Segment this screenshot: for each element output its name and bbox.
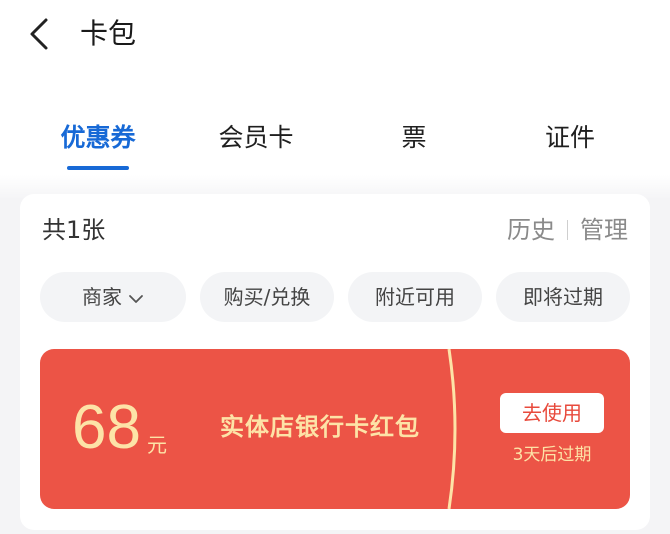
coupon-unit: 元 xyxy=(147,433,167,457)
active-tab-indicator xyxy=(67,166,129,170)
wallet-page: 卡包 优惠券 会员卡 票 证件 共1张 历史 管理 商家 购买/兑换 附近可用 … xyxy=(0,0,670,534)
coupon-name: 实体店银行卡红包 xyxy=(220,413,420,441)
filter-merchant[interactable]: 商家 xyxy=(40,272,186,322)
coupon-count: 共1张 xyxy=(42,216,106,244)
filter-nearby[interactable]: 附近可用 xyxy=(348,272,482,322)
filter-chips: 商家 购买/兑换 附近可用 即将过期 xyxy=(40,272,630,322)
coupon-divider xyxy=(447,349,457,509)
use-coupon-button[interactable]: 去使用 xyxy=(500,393,604,433)
filter-purchase-exchange[interactable]: 购买/兑换 xyxy=(200,272,334,322)
tab-membership-cards[interactable]: 会员卡 xyxy=(206,116,306,160)
back-button[interactable] xyxy=(22,14,58,54)
filter-expiring-soon[interactable]: 即将过期 xyxy=(496,272,630,322)
header: 卡包 xyxy=(0,0,670,72)
chevron-left-icon xyxy=(30,18,48,50)
coupon-card[interactable]: 68 元 实体店银行卡红包 去使用 3天后过期 xyxy=(40,349,630,509)
divider xyxy=(567,220,568,240)
tab-coupons[interactable]: 优惠券 xyxy=(48,116,148,160)
tab-bar: 优惠券 会员卡 票 证件 xyxy=(0,116,670,176)
tab-ids[interactable]: 证件 xyxy=(520,116,620,160)
panel-actions: 历史 管理 xyxy=(507,214,628,246)
history-link[interactable]: 历史 xyxy=(507,214,555,246)
tab-tickets[interactable]: 票 xyxy=(364,116,464,160)
coupon-amount: 68 xyxy=(72,393,141,462)
filter-merchant-label: 商家 xyxy=(82,285,122,309)
chevron-down-icon xyxy=(128,272,144,322)
page-title: 卡包 xyxy=(80,17,137,50)
expiry-text: 3天后过期 xyxy=(512,445,592,465)
manage-link[interactable]: 管理 xyxy=(580,214,628,246)
coupon-panel: 共1张 历史 管理 商家 购买/兑换 附近可用 即将过期 68 元 实体店银行卡… xyxy=(20,194,650,530)
